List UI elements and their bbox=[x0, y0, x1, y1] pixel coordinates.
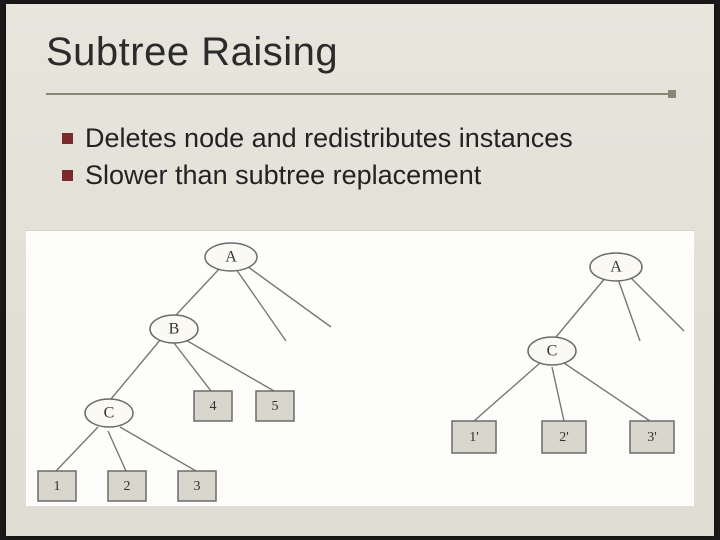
leaf-3: 3 bbox=[194, 479, 201, 494]
leaf-1p: 1' bbox=[469, 430, 479, 445]
leaf-4: 4 bbox=[210, 399, 217, 414]
right-tree: A C 1' 2' 3' bbox=[426, 241, 694, 501]
title-underline bbox=[46, 93, 674, 95]
bullet-list: Deletes node and redistributes instances… bbox=[6, 95, 714, 192]
node-a: A bbox=[610, 259, 622, 276]
bullet-square-icon bbox=[62, 170, 73, 181]
slide-title: Subtree Raising bbox=[46, 30, 674, 75]
title-area: Subtree Raising bbox=[6, 4, 714, 85]
diagram-area: A B C 4 5 1 2 3 bbox=[26, 230, 694, 506]
bullet-item: Slower than subtree replacement bbox=[62, 158, 668, 193]
leaf-1: 1 bbox=[54, 479, 61, 494]
leaf-5: 5 bbox=[272, 399, 279, 414]
bullet-square-icon bbox=[62, 133, 73, 144]
bullet-text: Deletes node and redistributes instances bbox=[85, 121, 573, 156]
node-b: B bbox=[169, 321, 180, 338]
bullet-item: Deletes node and redistributes instances bbox=[62, 121, 668, 156]
node-c: C bbox=[104, 405, 115, 422]
node-a: A bbox=[225, 249, 237, 266]
leaf-2p: 2' bbox=[559, 430, 569, 445]
leaf-2: 2 bbox=[124, 479, 131, 494]
bullet-text: Slower than subtree replacement bbox=[85, 158, 481, 193]
leaf-3p: 3' bbox=[647, 430, 657, 445]
left-tree: A B C 4 5 1 2 3 bbox=[26, 231, 406, 506]
slide: Subtree Raising Deletes node and redistr… bbox=[6, 4, 714, 536]
node-c: C bbox=[547, 343, 558, 360]
